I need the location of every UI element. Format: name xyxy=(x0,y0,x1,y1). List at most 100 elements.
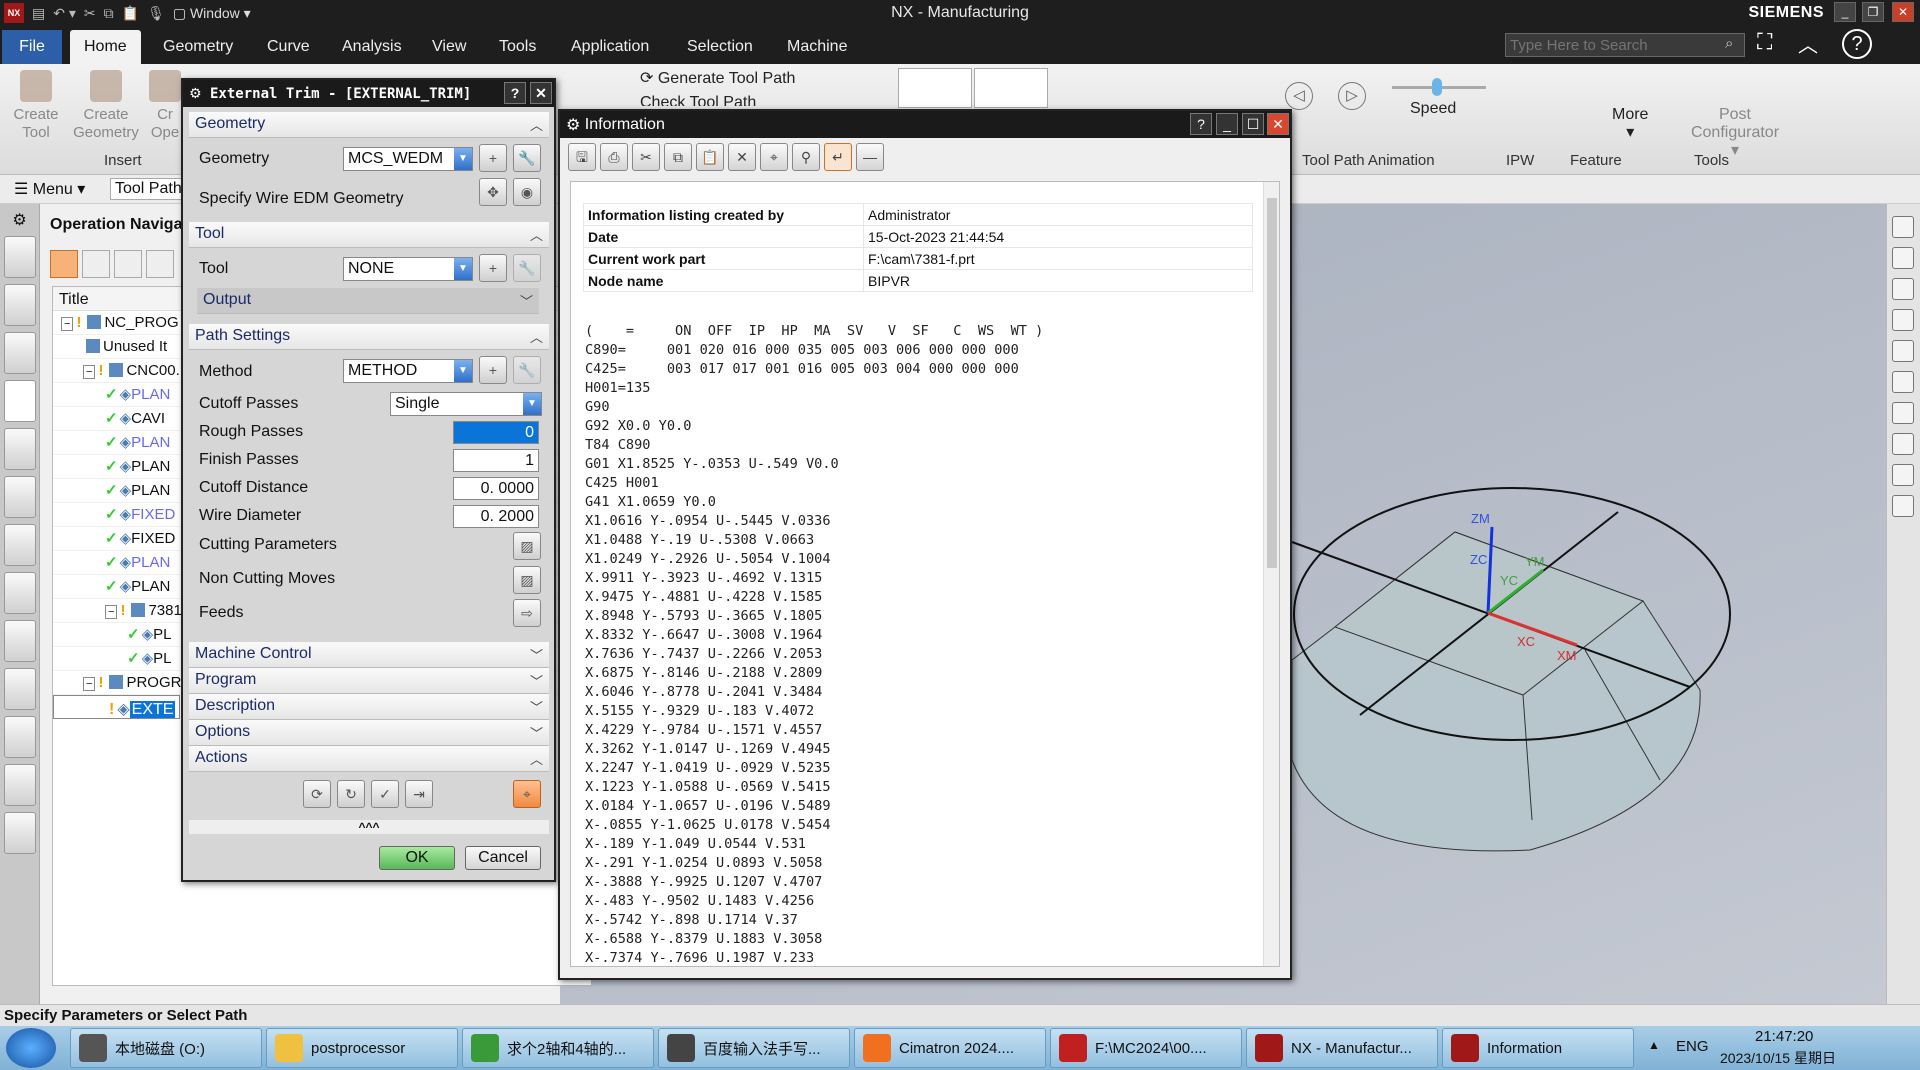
constraint-navigator-tab[interactable] xyxy=(4,284,36,326)
section-program[interactable]: Program ﹀ xyxy=(189,668,549,694)
help-button[interactable]: ? xyxy=(1190,113,1212,135)
section-icon[interactable] xyxy=(1892,464,1914,486)
verify-button[interactable]: ✓ xyxy=(371,780,399,808)
view-icon[interactable] xyxy=(1892,216,1914,238)
process-navigator-tab[interactable] xyxy=(4,524,36,566)
word-wrap-icon[interactable]: ↵ xyxy=(824,143,852,171)
taskbar-item[interactable]: F:\MC2024\00.... xyxy=(1050,1028,1242,1068)
wcs-icon[interactable] xyxy=(1892,247,1914,269)
taskbar-item[interactable]: 求个2轴和4轴的... xyxy=(462,1028,654,1068)
edit-method-button[interactable]: 🔧 xyxy=(513,356,541,384)
copy-view-icon[interactable] xyxy=(1892,495,1914,517)
vertical-scrollbar[interactable] xyxy=(1263,182,1279,966)
taskbar-item[interactable]: Cimatron 2024.... xyxy=(854,1028,1046,1068)
history-tab[interactable] xyxy=(4,716,36,758)
settings-icon[interactable]: ⚙ xyxy=(0,210,39,230)
paste-icon[interactable]: 📋 xyxy=(696,143,724,171)
section-output[interactable]: Output ﹀ xyxy=(197,288,539,314)
display-button[interactable]: ◉ xyxy=(513,178,541,206)
section-tool[interactable]: Tool ︿ xyxy=(189,222,549,248)
section-geometry[interactable]: Geometry ︿ xyxy=(189,112,549,138)
hide-icon[interactable] xyxy=(1892,340,1914,362)
method-select[interactable]: METHOD ▼ xyxy=(343,359,473,383)
new-tool-button[interactable]: + xyxy=(479,254,507,282)
copy-icon[interactable]: ⧉ xyxy=(664,143,692,171)
collapse-toggle-icon[interactable]: − xyxy=(83,677,96,691)
part-navigator-tab[interactable] xyxy=(4,332,36,374)
tool-select[interactable]: NONE ▼ xyxy=(343,257,473,281)
reuse-library-tab[interactable] xyxy=(4,572,36,614)
wire-diameter-input[interactable]: 0. 2000 xyxy=(453,505,539,528)
delete-icon[interactable]: ✕ xyxy=(728,143,756,171)
ipw-icon[interactable] xyxy=(1892,433,1914,455)
cancel-button[interactable]: Cancel xyxy=(465,846,541,870)
tray-expand-icon[interactable]: ▲ xyxy=(1648,1038,1660,1052)
collapse-toggle-icon[interactable]: − xyxy=(105,605,118,619)
show-icon[interactable] xyxy=(1892,402,1914,424)
new-method-button[interactable]: + xyxy=(479,356,507,384)
taskbar-item[interactable]: 百度输入法手写... xyxy=(658,1028,850,1068)
rough-passes-input[interactable]: 0 xyxy=(453,421,539,444)
cut-icon[interactable]: ✂ xyxy=(632,143,660,171)
maximize-button[interactable]: ☐ xyxy=(1242,113,1264,135)
geometry-view-button[interactable] xyxy=(114,250,142,278)
section-path-settings[interactable]: Path Settings ︿ xyxy=(189,324,549,350)
finish-passes-input[interactable]: 1 xyxy=(453,449,539,472)
section-description[interactable]: Description ﹀ xyxy=(189,694,549,720)
tool-icon[interactable] xyxy=(1892,309,1914,331)
machine-tool-navigator-tab[interactable] xyxy=(4,428,36,470)
dialog-title-bar[interactable]: ⚙ External Trim - [EXTERNAL_TRIM] ? ✕ xyxy=(183,80,554,107)
taskbar-item[interactable]: postprocessor xyxy=(266,1028,458,1068)
non-cutting-moves-button[interactable]: ▨ xyxy=(513,566,541,594)
geometry-select[interactable]: MCS_WEDM ▼ xyxy=(343,147,473,171)
collapse-toggle-icon[interactable]: − xyxy=(61,317,74,331)
find-icon[interactable]: ⚲ xyxy=(792,143,820,171)
settings-icon[interactable]: ⚙ xyxy=(566,115,580,135)
operation-navigator-tab[interactable] xyxy=(4,380,36,422)
collapse-toggle-icon[interactable]: − xyxy=(83,365,96,379)
generate-button[interactable]: ⟳ xyxy=(303,780,331,808)
machine-tool-view-button[interactable] xyxy=(82,250,110,278)
print-icon[interactable]: ⎙ xyxy=(600,143,628,171)
section-actions[interactable]: Actions ︿ xyxy=(189,746,549,772)
replay-button[interactable]: ↻ xyxy=(337,780,365,808)
info-content[interactable]: Information listing created by Administra… xyxy=(570,181,1280,967)
new-geometry-button[interactable]: + xyxy=(479,144,507,172)
machining-feature-navigator-tab[interactable] xyxy=(4,476,36,518)
edit-geometry-button[interactable]: 🔧 xyxy=(513,144,541,172)
info-title-bar[interactable]: ⚙ Information ? _ ☐ ✕ xyxy=(560,111,1290,138)
close-button[interactable]: ✕ xyxy=(1267,113,1289,135)
section-machine-control[interactable]: Machine Control ﹀ xyxy=(189,642,549,668)
cutoff-passes-select[interactable]: Single ▼ xyxy=(390,392,542,416)
taskbar-item[interactable]: Information xyxy=(1442,1028,1634,1068)
collapse-more-icon[interactable]: ^^^ xyxy=(189,820,549,834)
clock-time[interactable]: 21:47:20 xyxy=(1755,1028,1813,1045)
list-button[interactable]: ⇥ xyxy=(405,780,433,808)
clock-tab[interactable] xyxy=(4,812,36,854)
close-button[interactable]: ✕ xyxy=(530,82,552,104)
save-icon[interactable]: 🖫 xyxy=(568,143,596,171)
feeds-button[interactable]: ⇨ xyxy=(513,599,541,627)
assembly-navigator-tab[interactable] xyxy=(4,236,36,278)
pmi-navigator-tab[interactable] xyxy=(4,620,36,662)
clock-date[interactable]: 2023/10/15 星期日 xyxy=(1720,1048,1836,1068)
section-options[interactable]: Options ﹀ xyxy=(189,720,549,746)
minus-icon[interactable]: — xyxy=(856,143,884,171)
transform-icon[interactable] xyxy=(1892,278,1914,300)
help-button[interactable]: ? xyxy=(504,82,526,104)
program-order-view-button[interactable] xyxy=(50,250,78,278)
tree-row[interactable]: ! ◈ EXTE xyxy=(53,695,181,719)
ok-button[interactable]: OK xyxy=(379,846,455,870)
settings-icon[interactable]: ⚙ xyxy=(189,86,202,102)
machining-method-view-button[interactable] xyxy=(146,250,174,278)
start-button[interactable] xyxy=(6,1028,56,1068)
display-path-button[interactable]: ⌖ xyxy=(513,780,541,808)
web-browser-tab[interactable] xyxy=(4,764,36,806)
taskbar-item[interactable]: 本地磁盘 (O:) xyxy=(70,1028,262,1068)
scrollbar-thumb[interactable] xyxy=(1267,198,1277,568)
target-icon[interactable]: ⌖ xyxy=(760,143,788,171)
edit-tool-button[interactable]: 🔧 xyxy=(513,254,541,282)
cutting-parameters-button[interactable]: ▨ xyxy=(513,532,541,560)
taskbar-item[interactable]: NX - Manufactur... xyxy=(1246,1028,1438,1068)
minimize-button[interactable]: _ xyxy=(1216,113,1238,135)
